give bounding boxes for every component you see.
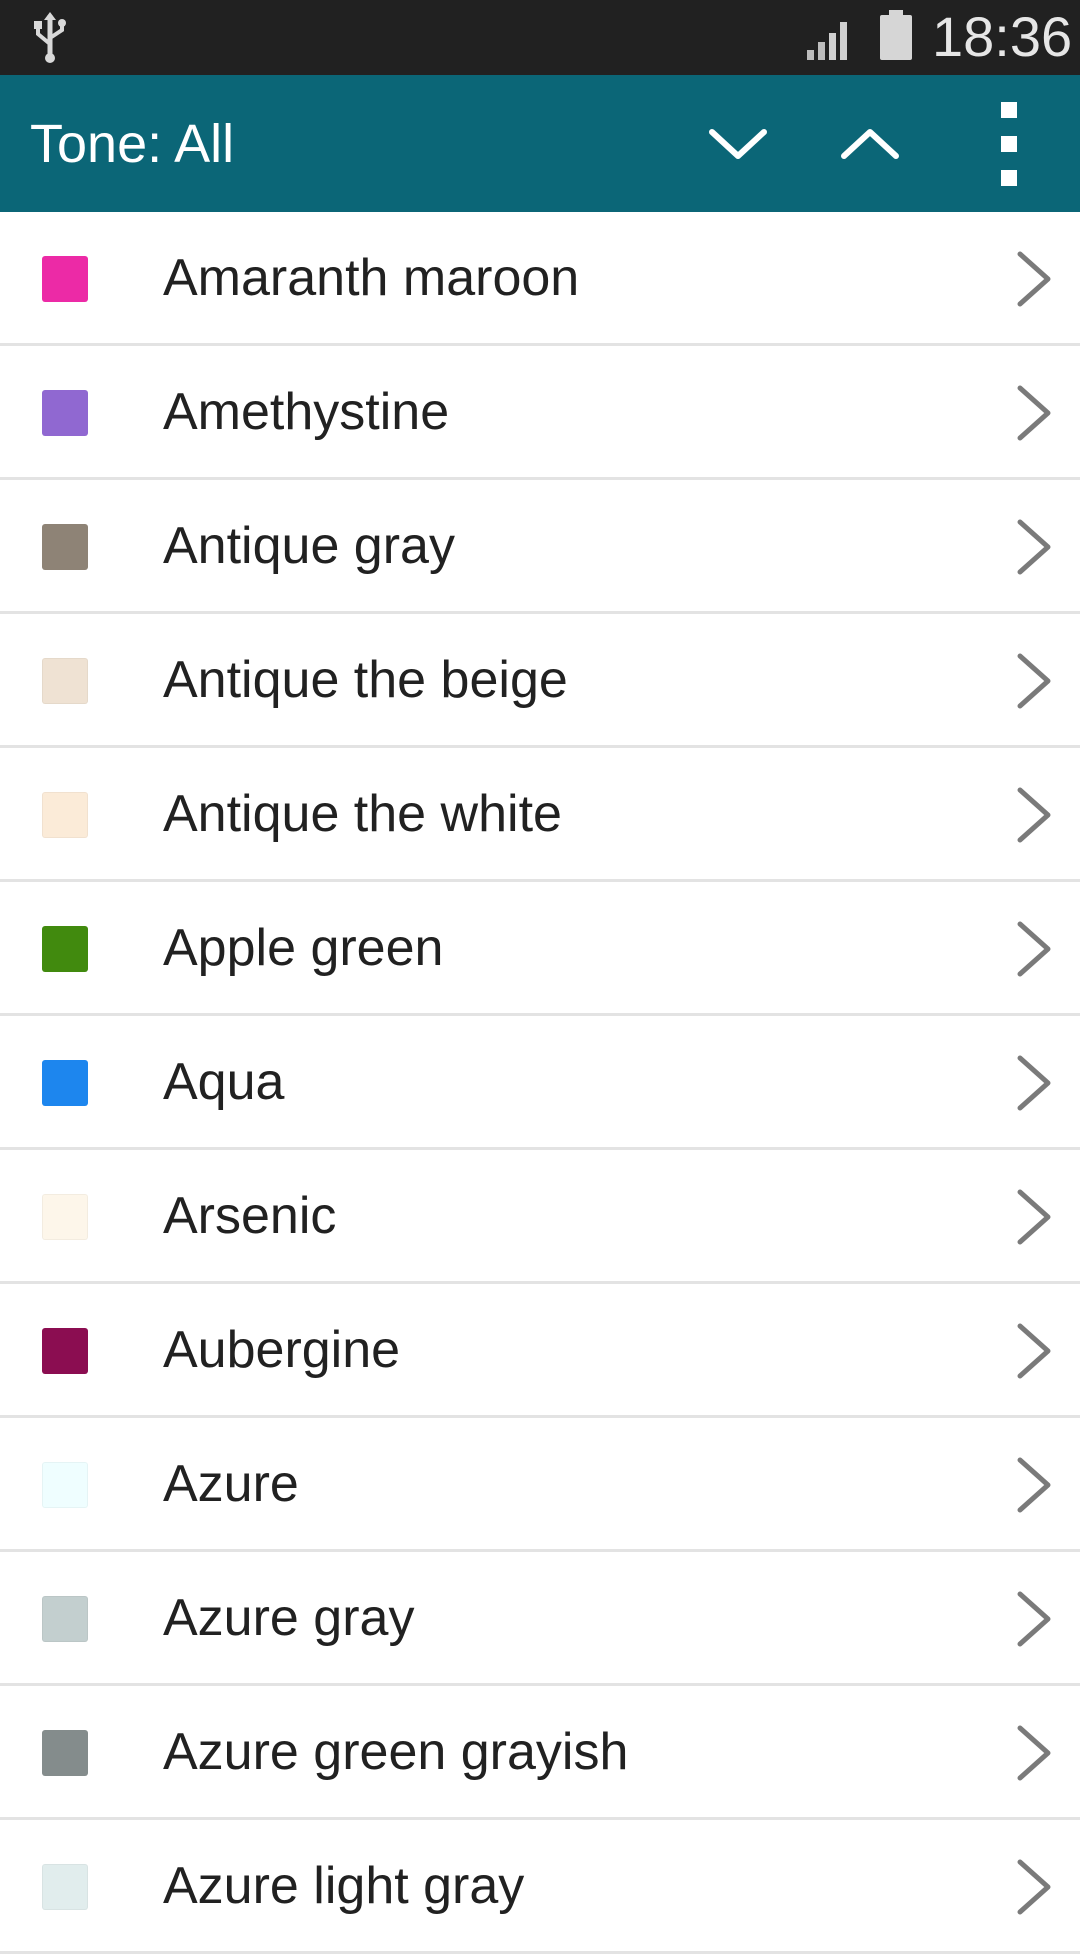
chevron-right-icon [1017, 1457, 1051, 1513]
color-swatch [42, 524, 88, 570]
chevron-right-icon [1017, 921, 1051, 977]
color-name-label: Antique the beige [163, 651, 568, 709]
chevron-right-icon [1017, 787, 1051, 843]
color-list: Amaranth maroon Amethystine Antique gray An… [0, 212, 1080, 1954]
chevron-right-icon [1017, 385, 1051, 441]
color-swatch [42, 390, 88, 436]
color-name-label: Azure gray [163, 1589, 415, 1647]
color-list-item[interactable]: Amethystine [0, 346, 1080, 480]
color-name-label: Azure green grayish [163, 1723, 629, 1781]
color-name-label: Antique gray [163, 517, 455, 575]
color-list-item[interactable]: Antique gray [0, 480, 1080, 614]
color-name-label: Aubergine [163, 1321, 401, 1379]
chevron-right-icon [1017, 251, 1051, 307]
color-list-item[interactable]: Amaranth maroon [0, 212, 1080, 346]
color-list-item[interactable]: Antique the white [0, 748, 1080, 882]
color-list-item[interactable]: Antique the beige [0, 614, 1080, 748]
usb-icon [34, 12, 66, 63]
previous-button[interactable] [815, 75, 925, 212]
app-toolbar: Tone: All [0, 75, 1080, 212]
color-name-label: Amaranth maroon [163, 249, 580, 307]
chevron-down-icon [709, 128, 767, 159]
color-list-item[interactable]: Azure [0, 1418, 1080, 1552]
chevron-right-icon [1017, 1591, 1051, 1647]
chevron-right-icon [1017, 1859, 1051, 1915]
chevron-right-icon [1017, 1725, 1051, 1781]
color-list-item[interactable]: Apple green [0, 882, 1080, 1016]
status-bar: 18:36 [0, 0, 1080, 75]
chevron-right-icon [1017, 1055, 1051, 1111]
color-name-label: Amethystine [163, 383, 450, 441]
color-name-label: Antique the white [163, 785, 562, 843]
more-vert-icon [1001, 101, 1017, 186]
chevron-right-icon [1017, 653, 1051, 709]
chevron-right-icon [1017, 1189, 1051, 1245]
color-swatch [42, 1864, 88, 1910]
overflow-menu-button[interactable] [955, 75, 1065, 212]
color-list-item[interactable]: Aubergine [0, 1284, 1080, 1418]
color-swatch [42, 926, 88, 972]
color-swatch [42, 1462, 88, 1508]
battery-icon [880, 10, 912, 60]
color-list-item[interactable]: Azure green grayish [0, 1686, 1080, 1820]
color-name-label: Apple green [163, 919, 444, 977]
color-swatch [42, 1596, 88, 1642]
color-swatch [42, 1328, 88, 1374]
next-button[interactable] [683, 75, 793, 212]
color-swatch [42, 256, 88, 302]
chevron-up-icon [841, 128, 899, 159]
signal-icon [807, 22, 847, 60]
color-list-item[interactable]: Azure light gray [0, 1820, 1080, 1954]
color-name-label: Aqua [163, 1053, 285, 1111]
color-list-item[interactable]: Azure gray [0, 1552, 1080, 1686]
color-swatch [42, 792, 88, 838]
color-swatch [42, 658, 88, 704]
chevron-right-icon [1017, 1323, 1051, 1379]
chevron-right-icon [1017, 519, 1051, 575]
color-swatch [42, 1194, 88, 1240]
color-swatch [42, 1730, 88, 1776]
color-name-label: Azure light gray [163, 1857, 525, 1915]
color-swatch [42, 1060, 88, 1106]
status-clock: 18:36 [932, 5, 1073, 68]
color-list-item[interactable]: Aqua [0, 1016, 1080, 1150]
tone-filter-title[interactable]: Tone: All [30, 113, 234, 175]
color-list-item[interactable]: Arsenic [0, 1150, 1080, 1284]
color-name-label: Arsenic [163, 1187, 337, 1245]
color-name-label: Azure [163, 1455, 299, 1513]
